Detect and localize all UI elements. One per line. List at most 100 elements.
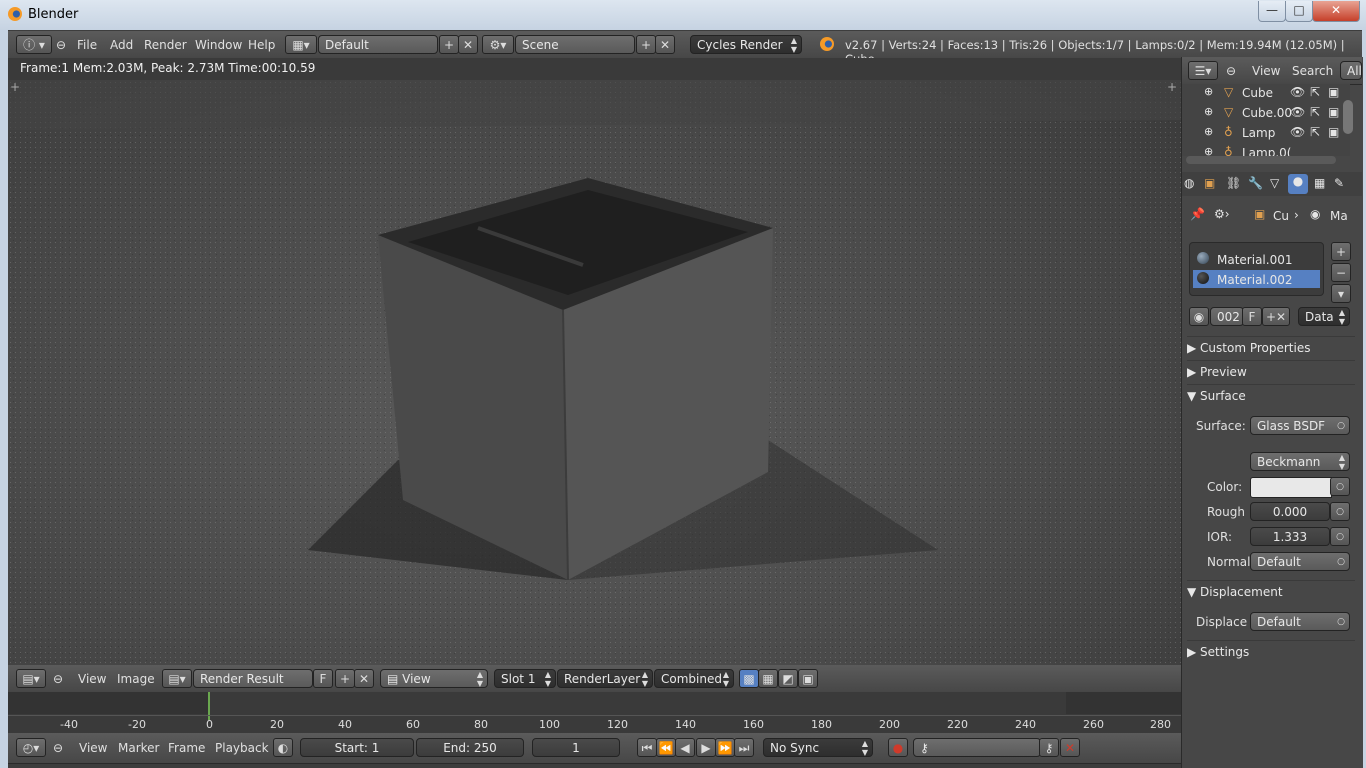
play-reverse-icon[interactable]: ◀: [675, 738, 695, 757]
new-image-icon[interactable]: +: [335, 669, 355, 688]
outliner-scrollbar-h[interactable]: [1186, 156, 1336, 164]
menu-render[interactable]: Render: [144, 38, 187, 52]
end-frame-field[interactable]: End: 250: [416, 738, 524, 757]
material-browse-icon[interactable]: ◉: [1189, 307, 1209, 326]
draw-channels-icon[interactable]: ▣: [798, 669, 818, 688]
distribution-select[interactable]: Beckmann ▲ ▼: [1250, 452, 1350, 471]
select-arrow-icon[interactable]: ⇱: [1310, 125, 1320, 139]
editor-type-image-button[interactable]: ▤▾: [16, 669, 46, 688]
normal-select[interactable]: Default ○: [1250, 552, 1350, 571]
object-tab-icon[interactable]: ▣: [1204, 176, 1215, 190]
menu-view[interactable]: View: [1252, 64, 1280, 78]
expand-plus-icon[interactable]: ⊕: [1204, 125, 1213, 138]
add-layout-icon[interactable]: +: [439, 35, 459, 54]
render-camera-icon[interactable]: ▣: [1328, 105, 1339, 119]
delete-scene-icon[interactable]: ✕: [655, 35, 675, 54]
draw-zbuffer-icon[interactable]: ◩: [778, 669, 798, 688]
slot-select[interactable]: Slot 1 ▲ ▼: [494, 669, 556, 688]
remove-slot-icon[interactable]: −: [1331, 263, 1351, 282]
menu-playback[interactable]: Playback: [215, 741, 269, 755]
record-icon[interactable]: ●: [888, 738, 908, 757]
menu-add[interactable]: Add: [110, 38, 133, 52]
render-viewport[interactable]: + +: [8, 80, 1181, 665]
jump-keyframe-back-icon[interactable]: ⏪: [656, 738, 676, 757]
start-frame-field[interactable]: Start: 1: [300, 738, 414, 757]
surface-panel[interactable]: ▼ Surface: [1187, 384, 1355, 407]
ior-link-icon[interactable]: ○: [1330, 527, 1350, 546]
eye-icon[interactable]: 👁: [1290, 85, 1305, 99]
keying-set-field[interactable]: ⚷: [913, 738, 1041, 757]
render-tab-icon[interactable]: ◍: [1184, 176, 1194, 190]
outliner-item-lamp001[interactable]: ⊕ ♁ Lamp.0(: [1182, 144, 1350, 156]
delete-layout-icon[interactable]: ✕: [458, 35, 478, 54]
corner-plus-icon-right[interactable]: +: [1167, 80, 1177, 94]
maximize-button[interactable]: □: [1285, 1, 1313, 22]
delete-keyframe-icon[interactable]: ✕: [1060, 738, 1080, 757]
close-button[interactable]: ✕: [1312, 1, 1360, 22]
menu-window[interactable]: Window: [195, 38, 242, 52]
surface-shader-select[interactable]: Glass BSDF ○: [1250, 416, 1350, 435]
new-material-icon[interactable]: +✕: [1262, 307, 1290, 326]
draw-checker-icon[interactable]: ▦: [758, 669, 778, 688]
minimize-button[interactable]: —: [1258, 1, 1286, 22]
render-layer-select[interactable]: RenderLayer ▲ ▼: [557, 669, 653, 688]
menu-image[interactable]: Image: [117, 672, 155, 686]
custom-properties-panel[interactable]: ▶ Custom Properties: [1187, 336, 1355, 359]
scene-field[interactable]: Scene: [515, 35, 635, 54]
rough-field[interactable]: 0.000: [1250, 502, 1330, 521]
outliner-item-cube001[interactable]: ⊕ ▽ Cube.00 👁 ⇱ ▣: [1182, 104, 1350, 122]
add-scene-icon[interactable]: +: [636, 35, 656, 54]
material-tab-icon[interactable]: ●: [1288, 174, 1308, 194]
collapse-icon[interactable]: ⊖: [53, 672, 63, 686]
slot-menu-icon[interactable]: ▾: [1331, 284, 1351, 303]
render-camera-icon[interactable]: ▣: [1328, 125, 1339, 139]
menu-marker[interactable]: Marker: [118, 741, 159, 755]
sync-select[interactable]: No Sync ▲ ▼: [763, 738, 873, 757]
outliner-scrollbar-v[interactable]: [1343, 100, 1353, 134]
menu-help[interactable]: Help: [248, 38, 275, 52]
jump-end-icon[interactable]: ⏭: [734, 738, 754, 757]
menu-view[interactable]: View: [78, 672, 106, 686]
jump-start-icon[interactable]: ⏮: [637, 738, 657, 757]
editor-type-outliner-button[interactable]: ☰▾: [1188, 61, 1218, 80]
material-link-select[interactable]: Data ▲ ▼: [1298, 307, 1350, 326]
material-name-field[interactable]: 002: [1210, 307, 1244, 326]
eye-icon[interactable]: 👁: [1290, 125, 1305, 139]
displace-select[interactable]: Default ○: [1250, 612, 1350, 631]
rough-link-icon[interactable]: ○: [1330, 502, 1350, 521]
pin-icon[interactable]: 📌: [1190, 207, 1205, 221]
corner-plus-icon[interactable]: +: [10, 80, 20, 94]
preview-range-icon[interactable]: ◐: [273, 738, 293, 757]
current-frame-field[interactable]: 1: [532, 738, 620, 757]
scene-icon[interactable]: ⚙▾: [482, 35, 514, 54]
jump-keyframe-forward-icon[interactable]: ⏩: [715, 738, 735, 757]
texture-tab-icon[interactable]: ▦: [1314, 176, 1325, 190]
draw-alpha-icon[interactable]: ▩: [739, 669, 759, 688]
outliner-filter-select[interactable]: All: [1340, 61, 1362, 80]
collapse-icon[interactable]: ⊖: [53, 741, 63, 755]
screen-layout-field[interactable]: Default: [318, 35, 438, 54]
color-link-icon[interactable]: ○: [1330, 477, 1350, 496]
expand-plus-icon[interactable]: ⊕: [1204, 85, 1213, 98]
view-select[interactable]: ▤ View ▲ ▼: [380, 669, 488, 688]
data-tab-icon[interactable]: ▽: [1270, 176, 1279, 190]
material-fake-user-button[interactable]: F: [1242, 307, 1262, 326]
collapse-icon[interactable]: ⊖: [1226, 64, 1236, 78]
select-arrow-icon[interactable]: ⇱: [1310, 85, 1320, 99]
unlink-image-icon[interactable]: ✕: [354, 669, 374, 688]
select-arrow-icon[interactable]: ⇱: [1310, 105, 1320, 119]
modifiers-tab-icon[interactable]: 🔧: [1248, 176, 1263, 190]
image-name-field[interactable]: Render Result: [193, 669, 313, 688]
screen-layout-icon[interactable]: ▦▾: [285, 35, 317, 54]
preview-panel[interactable]: ▶ Preview: [1187, 360, 1355, 383]
render-engine-select[interactable]: Cycles Render ▲ ▼: [690, 35, 802, 54]
menu-view[interactable]: View: [79, 741, 107, 755]
physics-tab-icon[interactable]: ✎: [1334, 176, 1344, 190]
settings-panel[interactable]: ▶ Settings: [1187, 640, 1355, 663]
editor-type-timeline-button[interactable]: ◴▾: [16, 738, 46, 757]
ior-field[interactable]: 1.333: [1250, 527, 1330, 546]
insert-keyframe-icon[interactable]: ⚷: [1039, 738, 1059, 757]
render-pass-select[interactable]: Combined ▲ ▼: [654, 669, 734, 688]
editor-type-info-button[interactable]: ⓘ ▾: [16, 35, 52, 54]
add-slot-icon[interactable]: +: [1331, 242, 1351, 261]
